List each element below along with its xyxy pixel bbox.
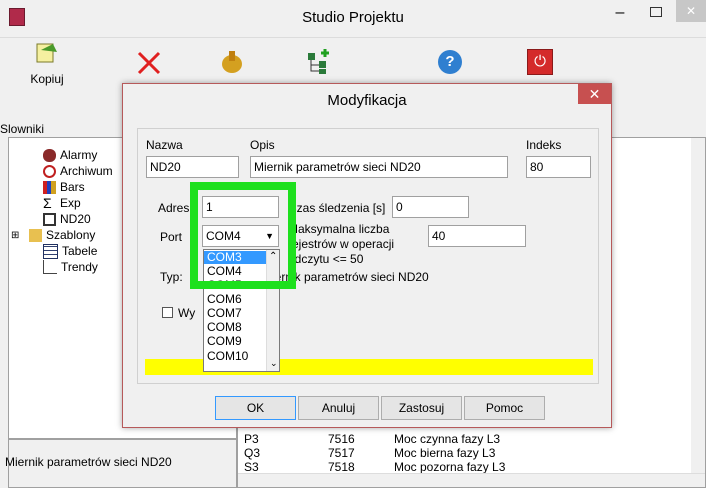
expand-icon[interactable]: ⊞: [11, 230, 23, 241]
maximize-button[interactable]: [650, 7, 662, 17]
dialog-title: Modyfikacja: [327, 92, 407, 109]
table-row[interactable]: S3 7518 Moc pozorna fazy L3: [244, 460, 505, 474]
device-icon: [43, 212, 56, 226]
tree-item-tabele[interactable]: Tabele: [43, 243, 97, 259]
tree-item-label: Bars: [60, 180, 85, 194]
port-option[interactable]: COM9: [204, 335, 266, 348]
label-max-registers: Maksymalna liczba rejestrów w operacji o…: [288, 222, 395, 266]
label-port: Port: [160, 230, 183, 244]
tree-item-bars[interactable]: Bars: [43, 179, 85, 195]
cancel-button[interactable]: Anuluj: [298, 396, 379, 420]
trend-icon: [43, 260, 57, 274]
table-icon: [43, 243, 58, 259]
checkbox-label: Wy: [178, 306, 196, 320]
table-row[interactable]: P3 7516 Moc czynna fazy L3: [244, 432, 500, 446]
indeks-field[interactable]: 80: [526, 156, 591, 178]
label-adres: Adres: [158, 201, 190, 215]
tree-item-label: Archiwum: [60, 164, 113, 178]
nazwa-field[interactable]: ND20: [146, 156, 239, 178]
delete-icon[interactable]: [136, 50, 162, 76]
tree-item-trendy[interactable]: Trendy: [43, 259, 98, 275]
clock-icon: [43, 164, 56, 178]
vertical-scrollbar[interactable]: [691, 138, 705, 473]
label-typ: Typ:: [160, 270, 183, 284]
alarm-icon: [43, 148, 56, 162]
copy-button[interactable]: Kopiuj: [22, 40, 72, 96]
dialog-close-button[interactable]: ✕: [578, 84, 611, 104]
horizontal-scrollbar[interactable]: [238, 473, 705, 487]
copy-button-label: Kopiuj: [30, 72, 64, 86]
window-title: Studio Projektu: [302, 9, 404, 26]
window-close-button[interactable]: ✕: [676, 0, 706, 22]
help-button[interactable]: Pomoc: [464, 396, 545, 420]
table-row[interactable]: Q3 7517 Moc bierna fazy L3: [244, 446, 495, 460]
port-option[interactable]: COM8: [204, 321, 266, 334]
tree-item-exp[interactable]: Σ Exp: [43, 195, 81, 211]
hand-icon[interactable]: [218, 48, 246, 76]
help-icon[interactable]: ?: [438, 50, 462, 74]
max-registers-field[interactable]: 40: [428, 225, 526, 247]
bars-chart-icon: [43, 180, 56, 194]
label-indeks: Indeks: [526, 138, 562, 152]
apply-button[interactable]: Zastosuj: [381, 396, 462, 420]
status-box: Miernik parametrów sieci ND20: [5, 439, 237, 488]
label-czas: Czas śledzenia [s]: [288, 201, 386, 215]
tree-add-icon[interactable]: [305, 47, 333, 75]
tree-item-szablony[interactable]: ⊞ Szablony: [11, 227, 95, 243]
tree-item-label: Tabele: [62, 244, 98, 258]
tree-item-archiwum[interactable]: Archiwum: [43, 163, 113, 179]
port-option[interactable]: COM10: [204, 350, 266, 363]
sidebar-title: Slowniki: [0, 122, 45, 136]
highlight-box: [190, 182, 296, 289]
label-opis: Opis: [250, 138, 275, 152]
czas-field[interactable]: 0: [392, 196, 469, 218]
power-icon[interactable]: ⏻: [527, 49, 553, 75]
minimize-button[interactable]: –: [612, 5, 628, 22]
tree-item-nd20[interactable]: ND20: [43, 211, 91, 227]
tree-item-alarmy[interactable]: Alarmy: [43, 147, 97, 163]
sigma-icon: Σ: [43, 194, 52, 211]
ok-button[interactable]: OK: [215, 396, 296, 420]
status-text: Miernik parametrów sieci ND20: [5, 455, 172, 469]
label-nazwa: Nazwa: [146, 138, 183, 152]
tree-item-label: Exp: [60, 196, 81, 210]
tree-item-label: Trendy: [61, 260, 98, 274]
tree-item-label: ND20: [60, 212, 91, 226]
checkbox[interactable]: [162, 307, 173, 318]
tree-item-label: Alarmy: [60, 148, 98, 162]
copy-icon: [36, 43, 57, 63]
opis-field[interactable]: Miernik parametrów sieci ND20: [250, 156, 508, 178]
port-option[interactable]: COM6: [204, 293, 266, 306]
chevron-down-icon[interactable]: ⌄: [270, 358, 278, 369]
tree-item-label: Szablony: [46, 228, 96, 242]
folder-icon: [29, 228, 42, 242]
port-option[interactable]: COM7: [204, 307, 266, 320]
